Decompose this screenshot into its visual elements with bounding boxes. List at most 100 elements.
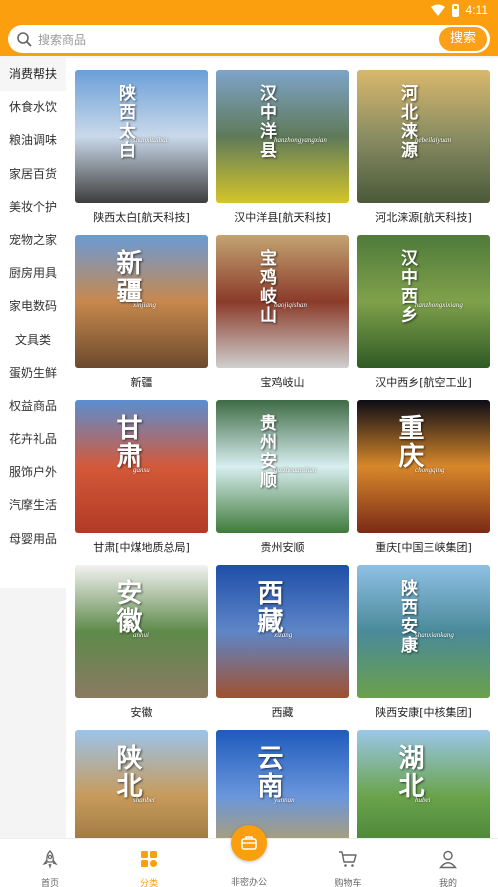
category-label: 河北涞源[航天科技] xyxy=(375,211,472,224)
wifi-icon xyxy=(430,4,445,16)
tab-cart-label: 购物车 xyxy=(334,879,362,887)
search-placeholder: 搜索商品 xyxy=(38,33,87,47)
category-label: 新疆 xyxy=(130,376,153,389)
sidebar-item[interactable]: 文具类 xyxy=(0,324,66,357)
category-image-subtitle: yunnan xyxy=(274,796,295,804)
category-image-subtitle: hebeilaiyuan xyxy=(415,136,452,144)
category-image-title: 湖北 xyxy=(394,744,424,800)
category-image-title: 陕西安康 xyxy=(397,579,417,655)
sidebar-item[interactable]: 宠物之家 xyxy=(0,224,66,257)
search-button[interactable]: 搜索 xyxy=(439,27,487,51)
category-image-subtitle: shanxiankang xyxy=(415,631,454,639)
category-image: 汉中洋县 hanzhongyangxian xyxy=(216,70,349,203)
category-image: 贵州安顺 guizhouanshun xyxy=(216,400,349,533)
category-card[interactable]: 贵州安顺 guizhouanshun 贵州安顺 xyxy=(216,400,349,557)
category-card[interactable]: 陕西太白 shanxitaibai 陕西太白[航天科技] xyxy=(75,70,208,227)
rocket-icon xyxy=(42,850,58,869)
category-image-title: 陕西太白 xyxy=(115,84,135,160)
category-image: 云南 yunnan xyxy=(216,730,349,838)
category-image: 汉中西乡 hanzhongxixiang xyxy=(357,235,490,368)
category-image: 河北涞源 hebeilaiyuan xyxy=(357,70,490,203)
category-image-subtitle: gansu xyxy=(133,466,150,474)
category-label: 宝鸡岐山 xyxy=(260,376,305,389)
category-image-title: 安徽 xyxy=(112,579,142,635)
category-card[interactable]: 新疆 xinjiang 新疆 xyxy=(75,235,208,392)
category-image-title: 甘肃 xyxy=(112,414,142,470)
sidebar-item[interactable]: 家电数码 xyxy=(0,290,66,323)
category-image: 湖北 hubei xyxy=(357,730,490,838)
category-sidebar: 消费帮扶 休食水饮 粮油调味 家居百货 美妆个护 宠物之家 厨房用具 家电数码 文具类 蛋奶生鲜权… xyxy=(0,58,66,588)
sidebar-item[interactable]: 粮油调味 xyxy=(0,124,66,157)
category-card[interactable]: 汉中洋县 hanzhongyangxian 汉中洋县[航天科技] xyxy=(216,70,349,227)
sidebar-item[interactable]: 母婴用品 xyxy=(0,523,66,556)
category-image-subtitle: guizhouanshun xyxy=(274,466,317,474)
category-image-subtitle: baojiqishan xyxy=(274,301,308,309)
category-card[interactable]: 重庆 chongqing 重庆[中国三峡集团] xyxy=(357,400,490,557)
category-card[interactable]: 汉中西乡 hanzhongxixiang 汉中西乡[航空工业] xyxy=(357,235,490,392)
sidebar-item[interactable]: 蛋奶生鲜 xyxy=(0,357,66,390)
category-card[interactable]: 安徽 anhui 安徽 xyxy=(75,565,208,722)
sidebar-item[interactable]: 美妆个护 xyxy=(0,191,66,224)
category-image: 新疆 xinjiang xyxy=(75,235,208,368)
sidebar-item[interactable]: 休食水饮 xyxy=(0,91,66,124)
bottom-tab-bar: 首页 分类 非密办公 购物车 我的 xyxy=(0,825,498,887)
category-image: 陕北 shanbei xyxy=(75,730,208,838)
office-fab-button[interactable] xyxy=(231,825,267,861)
sidebar-item[interactable]: 消费帮扶 xyxy=(0,58,66,92)
category-card[interactable]: 河北涞源 hebeilaiyuan 河北涞源[航天科技] xyxy=(357,70,490,227)
category-card[interactable]: 宝鸡岐山 baojiqishan 宝鸡岐山 xyxy=(216,235,349,392)
tab-cart[interactable]: 购物车 xyxy=(298,839,398,887)
category-card[interactable]: 湖北hubei湖北 xyxy=(357,730,490,838)
tab-profile[interactable]: 我的 xyxy=(398,839,498,887)
category-card[interactable]: 陕北shanbei陕北 xyxy=(75,730,208,838)
category-image-title: 重庆 xyxy=(394,414,424,470)
category-image: 安徽 anhui xyxy=(75,565,208,698)
category-label: 甘肃[中煤地质总局] xyxy=(93,541,190,554)
sidebar-item[interactable]: 厨房用具 xyxy=(0,257,66,290)
grid-icon xyxy=(141,851,157,867)
status-bar: 4:11 xyxy=(0,0,498,22)
category-image-subtitle: chongqing xyxy=(415,466,445,474)
category-card[interactable]: 陕西安康 shanxiankang 陕西安康[中核集团] xyxy=(357,565,490,722)
sidebar-item[interactable]: 权益商品 xyxy=(0,390,66,423)
category-image-title: 西藏 xyxy=(253,579,283,635)
category-card[interactable]: 西藏 xizang 西藏 xyxy=(216,565,349,722)
category-card[interactable]: 云南yunnan云南 xyxy=(216,730,349,838)
category-label: 汉中洋县[航天科技] xyxy=(234,211,331,224)
briefcase-icon xyxy=(241,836,257,850)
category-label: 西藏 xyxy=(271,706,294,719)
category-image-title: 汉中西乡 xyxy=(397,249,417,325)
tab-home[interactable]: 首页 xyxy=(0,839,100,887)
sidebar-item[interactable]: 花卉礼品 xyxy=(0,423,66,456)
category-image: 宝鸡岐山 baojiqishan xyxy=(216,235,349,368)
battery-icon xyxy=(451,3,459,17)
search-input[interactable]: 搜索商品 搜索 xyxy=(8,25,490,53)
cart-icon xyxy=(339,851,357,867)
category-image-title: 宝鸡岐山 xyxy=(256,249,276,325)
sidebar-item[interactable]: 服饰户外 xyxy=(0,456,66,489)
category-image-subtitle: xinjiang xyxy=(133,301,156,309)
category-image: 重庆 chongqing xyxy=(357,400,490,533)
category-image-subtitle: shanbei xyxy=(133,796,155,804)
search-icon xyxy=(17,32,32,47)
category-card[interactable]: 甘肃 gansu 甘肃[中煤地质总局] xyxy=(75,400,208,557)
tab-category[interactable]: 分类 xyxy=(99,839,199,887)
tab-profile-label: 我的 xyxy=(438,879,457,887)
category-image: 陕西太白 shanxitaibai xyxy=(75,70,208,203)
category-label: 陕西安康[中核集团] xyxy=(375,706,472,719)
category-image-title: 贵州安顺 xyxy=(256,414,276,490)
sidebar-item[interactable]: 汽摩生活 xyxy=(0,489,66,522)
category-image-title: 云南 xyxy=(253,744,283,800)
category-image-subtitle: anhui xyxy=(133,631,149,639)
sidebar-item[interactable]: 家居百货 xyxy=(0,158,66,191)
search-bar: 搜索商品 搜索 xyxy=(0,22,498,56)
category-image-subtitle: hanzhongxixiang xyxy=(415,301,463,309)
category-image-title: 河北涞源 xyxy=(397,84,417,160)
category-image: 西藏 xizang xyxy=(216,565,349,698)
category-image: 陕西安康 shanxiankang xyxy=(357,565,490,698)
category-label: 陕西太白[航天科技] xyxy=(93,211,190,224)
category-image-title: 陕北 xyxy=(112,744,142,800)
category-image-subtitle: hubei xyxy=(415,796,431,804)
category-label: 汉中西乡[航空工业] xyxy=(375,376,472,389)
category-image-title: 汉中洋县 xyxy=(256,84,276,160)
